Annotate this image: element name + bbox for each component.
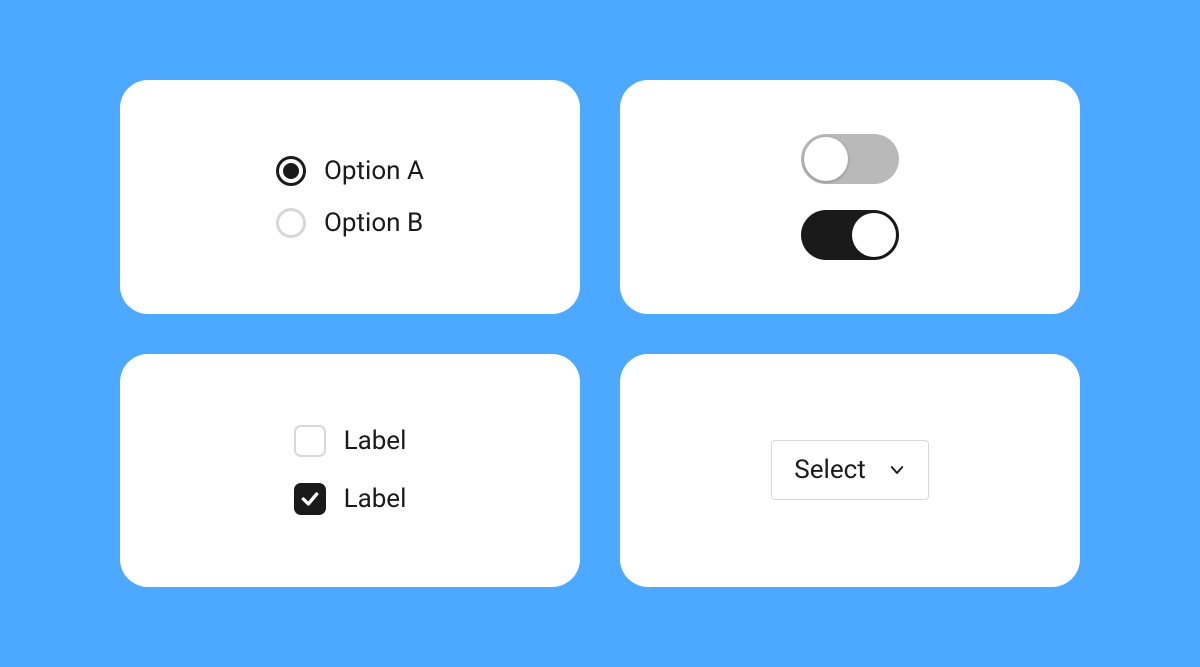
toggle-switch-on[interactable]	[801, 210, 899, 260]
checkbox-card: Label Label	[120, 354, 580, 588]
toggle-group	[801, 134, 899, 260]
toggle-knob-icon	[804, 137, 848, 181]
radio-option-b[interactable]: Option B	[276, 208, 423, 238]
checkmark-icon	[300, 489, 320, 509]
checkbox-label: Label	[344, 484, 407, 514]
radio-group: Option A Option B	[276, 156, 424, 238]
radio-icon-selected	[276, 156, 306, 186]
select-card: Select	[620, 354, 1080, 588]
checkbox-box-icon	[294, 425, 326, 457]
checkbox-label: Label	[344, 426, 407, 456]
radio-icon-unselected	[276, 208, 306, 238]
radio-label: Option A	[324, 156, 424, 186]
chevron-down-icon	[888, 461, 906, 479]
radio-card: Option A Option B	[120, 80, 580, 314]
select-placeholder: Select	[794, 455, 865, 485]
checkbox-checked[interactable]: Label	[294, 483, 407, 515]
toggle-card	[620, 80, 1080, 314]
toggle-knob-icon	[852, 213, 896, 257]
checkbox-box-checked-icon	[294, 483, 326, 515]
radio-dot-icon	[283, 163, 299, 179]
checkbox-group: Label Label	[294, 425, 407, 515]
radio-label: Option B	[324, 208, 423, 238]
select-dropdown[interactable]: Select	[771, 440, 928, 500]
checkbox-unchecked[interactable]: Label	[294, 425, 407, 457]
radio-option-a[interactable]: Option A	[276, 156, 424, 186]
toggle-switch-off[interactable]	[801, 134, 899, 184]
